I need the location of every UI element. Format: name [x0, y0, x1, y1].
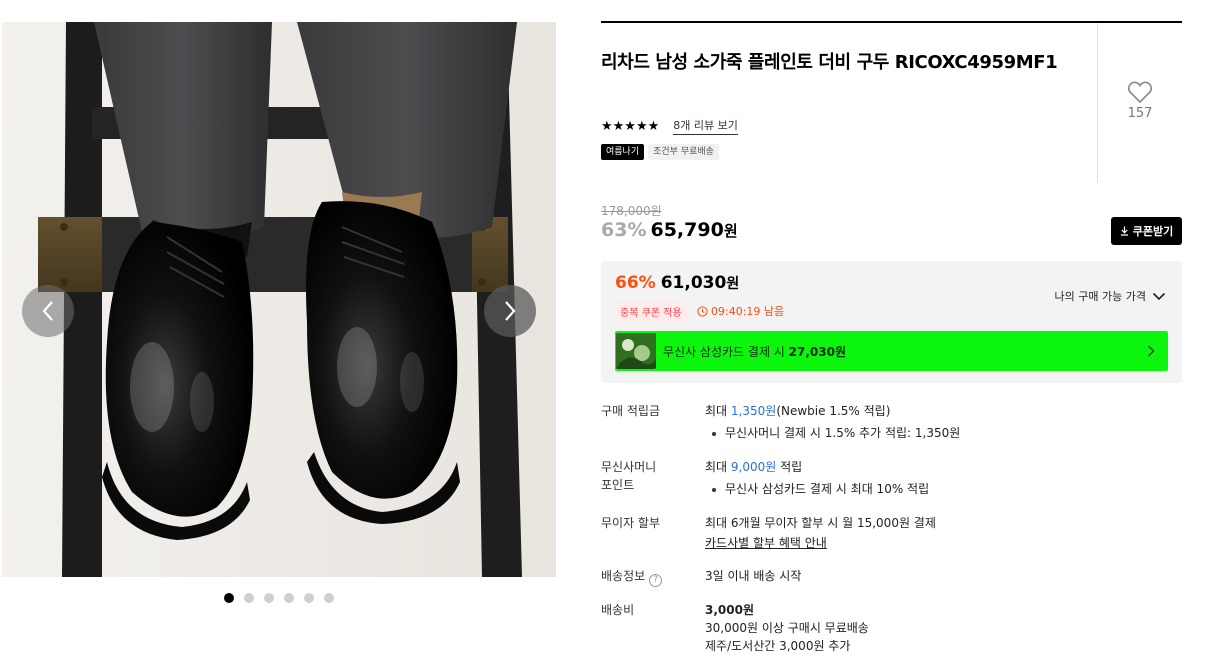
- gallery-dot[interactable]: [264, 593, 274, 603]
- heart-icon[interactable]: [1127, 80, 1153, 104]
- product-tags: 여름나기 조건부 무료배송: [601, 144, 719, 160]
- product-title: 리차드 남성 소가죽 플레인토 더비 구두 RICOXC4959MF1: [601, 52, 1058, 73]
- rating-stars: ★★★★★: [601, 118, 660, 134]
- chevron-right-icon: [1148, 345, 1155, 357]
- product-image-gallery[interactable]: [2, 22, 556, 577]
- shipping-fee-value: 3,000원 30,000원 이상 구매시 무료배송 제주/도서산간 3,000…: [705, 603, 869, 653]
- installment-link[interactable]: 카드사별 할부 혜택 안내: [705, 534, 1175, 552]
- points-label: 구매 적립금: [601, 404, 661, 418]
- duplicate-coupon-tag: 중복 쿠폰 적용: [615, 302, 687, 321]
- gallery-dot[interactable]: [284, 593, 294, 603]
- product-photo: [2, 22, 556, 577]
- sale-percent: 63%: [601, 219, 647, 241]
- chevron-right-icon: [505, 301, 516, 321]
- get-coupon-button[interactable]: 쿠폰받기: [1111, 217, 1182, 245]
- money-point-label: 무신사머니 포인트: [601, 460, 657, 492]
- original-price: 178,000원: [601, 204, 662, 218]
- points-value: 최대 1,350원(Newbie 1.5% 적립) 무신사머니 결제 시 1.5…: [705, 402, 1175, 442]
- gallery-dot[interactable]: [304, 593, 314, 603]
- shipping-fee-label: 배송비: [601, 603, 635, 617]
- benefit-box: 66% 61,030원 중복 쿠폰 적용 09:40:19 남음 나의 구매 가…: [601, 261, 1182, 383]
- gallery-dot[interactable]: [224, 593, 234, 603]
- previous-image-button[interactable]: [22, 285, 74, 337]
- chevron-down-icon: [1152, 292, 1166, 300]
- tag-summer: 여름나기: [601, 144, 645, 160]
- clock-icon: [697, 305, 708, 317]
- like-count: 157: [1127, 106, 1153, 121]
- card-banner-text: 무신사 삼성카드 결제 시 27,030원: [663, 344, 847, 359]
- gallery-pagination: [224, 593, 334, 603]
- gallery-dot[interactable]: [324, 593, 334, 603]
- sale-price-row: 63% 65,790원: [601, 219, 738, 241]
- sale-currency: 원: [723, 222, 738, 240]
- samsung-card-banner[interactable]: 무신사 삼성카드 결제 시 27,030원: [615, 331, 1168, 371]
- product-header: 리차드 남성 소가죽 플레인토 더비 구두 RICOXC4959MF1 ★★★★…: [601, 23, 1097, 183]
- like-column: 157: [1097, 23, 1182, 183]
- installment-value: 최대 6개월 무이자 할부 시 월 15,000원 결제 카드사별 할부 혜택 …: [705, 514, 1175, 552]
- download-icon: [1120, 226, 1128, 236]
- gallery-dot[interactable]: [244, 593, 254, 603]
- my-price-toggle[interactable]: 나의 구매 가능 가격: [1055, 288, 1166, 304]
- get-coupon-label: 쿠폰받기: [1132, 225, 1174, 238]
- installment-label: 무이자 할부: [601, 516, 661, 530]
- sale-price: 65,790: [650, 219, 724, 241]
- best-currency: 원: [726, 276, 740, 292]
- shipping-info-value: 3일 이내 배송 시작: [705, 569, 802, 583]
- tag-free-shipping: 조건부 무료배송: [648, 144, 719, 160]
- money-point-bullet: 무신사 삼성카드 결제 시 최대 10% 적립: [705, 480, 1175, 498]
- review-link[interactable]: 8개 리뷰 보기: [673, 117, 738, 135]
- best-price: 61,030: [660, 273, 727, 293]
- card-banner-image: [616, 333, 656, 369]
- rating-row: ★★★★★ 8개 리뷰 보기: [601, 117, 738, 135]
- next-image-button[interactable]: [484, 285, 536, 337]
- best-price-row: 66% 61,030원: [615, 273, 739, 293]
- money-point-value: 최대 9,000원 적립 무신사 삼성카드 결제 시 최대 10% 적립: [705, 458, 1175, 498]
- points-bullet: 무신사머니 결제 시 1.5% 추가 적립: 1,350원: [705, 424, 1175, 442]
- shipping-info-label: 배송정보?: [601, 567, 691, 587]
- countdown-text: 09:40:19 남음: [711, 305, 785, 318]
- chevron-left-icon: [42, 301, 53, 321]
- my-price-label: 나의 구매 가능 가격: [1054, 290, 1146, 303]
- help-icon[interactable]: ?: [649, 573, 663, 587]
- countdown-timer: 09:40:19 남음: [697, 303, 784, 319]
- best-percent: 66%: [615, 273, 656, 293]
